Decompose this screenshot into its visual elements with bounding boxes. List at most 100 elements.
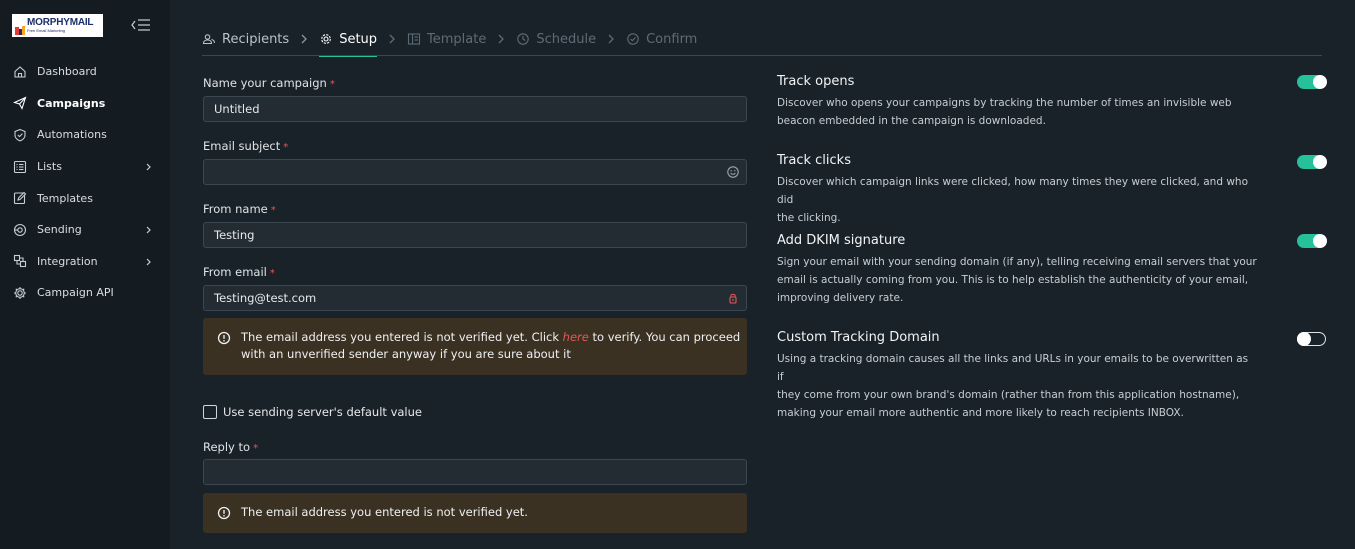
alert-line-2: with an unverified sender anyway if you …: [241, 347, 571, 361]
desc-line: beacon embedded in the campaign is downl…: [777, 115, 1046, 127]
sidebar-item-sending[interactable]: Sending: [0, 214, 170, 246]
sidebar-item-label: Campaigns: [37, 96, 106, 110]
label-text: Name your campaign: [203, 76, 327, 90]
track-opens-toggle[interactable]: [1297, 75, 1327, 89]
campaign-name-label: Name your campaign *: [203, 76, 335, 90]
reply-to-label: Reply to *: [203, 440, 258, 454]
toggle-knob: [1297, 331, 1311, 346]
sidebar-item-label: Campaign API: [37, 286, 114, 300]
collapse-menu-icon: [131, 19, 150, 31]
step-label: Schedule: [536, 31, 597, 47]
collapse-sidebar-button[interactable]: [130, 16, 152, 34]
sidebar: MORPHYMAIL Free Email Marketing Dashboar…: [0, 0, 170, 549]
sidebar-item-label: Sending: [37, 223, 82, 237]
custom-tracking-domain-description: Using a tracking domain causes all the l…: [777, 350, 1257, 422]
integration-icon: [12, 253, 28, 269]
sidebar-item-label: Integration: [37, 254, 98, 268]
reply-to-unverified-alert: The email address you entered is not ver…: [203, 493, 747, 533]
dkim-signature-description: Sign your email with your sending domain…: [777, 253, 1257, 307]
desc-line: email is actually coming from you. This …: [777, 274, 1249, 286]
required-mark: *: [269, 268, 275, 279]
sidebar-nav: Dashboard Campaigns Automations Lists Te…: [0, 56, 170, 309]
sidebar-item-campaign-api[interactable]: Campaign API: [0, 277, 170, 309]
label-text: From name: [203, 202, 268, 216]
alert-line-1: The email address you entered is not ver…: [241, 329, 740, 346]
campaign-stepper: Recipients Setup Template Schedule Confi…: [202, 24, 697, 57]
label-text: From email: [203, 265, 267, 279]
required-mark: *: [270, 205, 276, 216]
logo-title: MORPHYMAIL: [27, 17, 94, 28]
sidebar-item-dashboard[interactable]: Dashboard: [0, 56, 170, 88]
sidebar-item-automations[interactable]: Automations: [0, 119, 170, 151]
required-mark: *: [283, 142, 289, 153]
list-icon: [12, 159, 28, 175]
desc-line: the clicking.: [777, 212, 841, 224]
required-mark: *: [329, 79, 335, 90]
clock-icon: [516, 32, 530, 46]
campaign-name-input[interactable]: Untitled: [203, 96, 747, 122]
desc-line: Discover which campaign links were click…: [777, 176, 1248, 206]
email-subject-input[interactable]: [203, 159, 747, 185]
chevron-right-icon: [377, 24, 407, 54]
track-clicks-toggle[interactable]: [1297, 155, 1327, 169]
sidebar-item-templates[interactable]: Templates: [0, 182, 170, 214]
users-icon: [202, 32, 216, 46]
desc-line: Discover who opens your campaigns by tra…: [777, 97, 1232, 109]
desc-line: Using a tracking domain causes all the l…: [777, 353, 1249, 383]
chevron-right-icon: [144, 256, 154, 268]
sidebar-item-integration[interactable]: Integration: [0, 246, 170, 278]
step-label: Setup: [339, 31, 378, 47]
emoji-icon[interactable]: [726, 165, 740, 179]
step-label: Confirm: [646, 31, 698, 47]
sidebar-item-label: Dashboard: [37, 65, 97, 79]
from-name-input[interactable]: Testing: [203, 222, 747, 248]
reply-to-input[interactable]: [203, 459, 747, 485]
alert-text: The email address you entered is not ver…: [241, 505, 528, 519]
desc-line: improving delivery rate.: [777, 292, 904, 304]
email-subject-label: Email subject *: [203, 139, 288, 153]
verify-link[interactable]: here: [563, 330, 589, 344]
lock-warning-icon: [726, 291, 740, 305]
chevron-right-icon: [289, 24, 319, 54]
chevron-right-icon: [596, 24, 626, 54]
step-recipients[interactable]: Recipients: [202, 24, 289, 54]
alert-text: The email address you entered is not ver…: [241, 330, 563, 344]
chevron-right-icon: [144, 224, 154, 236]
edit-icon: [12, 190, 28, 206]
toggle-knob: [1313, 75, 1327, 89]
from-email-input[interactable]: Testing@test.com: [203, 285, 747, 311]
required-mark: *: [253, 443, 259, 454]
input-value: Testing@test.com: [214, 291, 317, 305]
track-opens-title: Track opens: [777, 74, 855, 89]
checkbox-label: Use sending server's default value: [223, 405, 422, 419]
label-text: Reply to: [203, 440, 251, 454]
track-clicks-description: Discover which campaign links were click…: [777, 173, 1257, 227]
dkim-signature-toggle[interactable]: [1297, 234, 1327, 248]
step-template[interactable]: Template: [407, 24, 486, 54]
step-label: Recipients: [222, 31, 290, 47]
sidebar-item-lists[interactable]: Lists: [0, 151, 170, 183]
home-icon: [12, 64, 28, 80]
info-circle-icon: [217, 331, 231, 345]
toggle-knob: [1313, 155, 1327, 169]
dkim-signature-title: Add DKIM signature: [777, 233, 906, 248]
label-text: Email subject: [203, 139, 281, 153]
sidebar-item-label: Templates: [37, 191, 93, 205]
sending-icon: [12, 222, 28, 238]
default-value-checkbox-row[interactable]: Use sending server's default value: [203, 405, 422, 419]
step-confirm[interactable]: Confirm: [626, 24, 697, 54]
chevron-right-icon: [144, 161, 154, 173]
sidebar-item-campaigns[interactable]: Campaigns: [0, 88, 170, 120]
default-value-checkbox[interactable]: [203, 405, 217, 419]
desc-line: Sign your email with your sending domain…: [777, 256, 1257, 268]
main-content: Recipients Setup Template Schedule Confi…: [170, 0, 1355, 549]
logo-mark-icon: [15, 21, 25, 35]
step-setup[interactable]: Setup: [319, 24, 378, 57]
gear-icon: [12, 285, 28, 301]
alert-text: to verify. You can proceed: [588, 330, 741, 344]
brand-logo[interactable]: MORPHYMAIL Free Email Marketing: [12, 14, 103, 37]
toggle-knob: [1313, 234, 1327, 248]
step-schedule[interactable]: Schedule: [516, 24, 596, 54]
chevron-right-icon: [486, 24, 516, 54]
custom-tracking-domain-toggle[interactable]: [1297, 331, 1326, 346]
